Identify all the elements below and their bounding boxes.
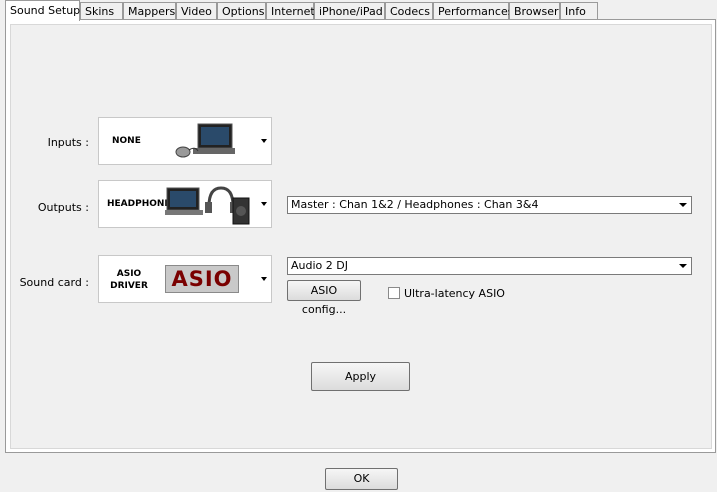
tab-options[interactable]: Options — [217, 2, 266, 19]
sound-device-value: Audio 2 DJ — [291, 259, 348, 272]
inputs-dropdown[interactable]: NONE — [98, 117, 272, 165]
asio-config-button[interactable]: ASIO config... — [287, 280, 361, 316]
asio-logo: ASIO — [165, 265, 239, 293]
inputs-label: Inputs : — [47, 136, 89, 149]
channel-mapping-select[interactable]: Master : Chan 1&2 / Headphones : Chan 3&… — [287, 196, 692, 214]
headphones-icon — [165, 186, 250, 225]
ok-button[interactable]: OK — [325, 468, 398, 490]
tab-internet[interactable]: Internet — [266, 2, 315, 19]
laptop-icon — [175, 123, 235, 158]
chevron-down-icon[interactable] — [676, 198, 690, 212]
ultra-latency-checkbox[interactable] — [388, 287, 400, 299]
inputs-selected-text: NONE — [112, 136, 141, 146]
tab-skins[interactable]: Skins — [80, 2, 123, 19]
sound-card-label: Sound card : — [19, 276, 89, 289]
tab-performances[interactable]: Performances — [433, 2, 513, 19]
ultra-latency-label: Ultra-latency ASIO — [404, 287, 505, 300]
sound-card-dropdown[interactable]: ASIO DRIVER ASIO — [98, 255, 272, 303]
tab-mappers[interactable]: Mappers — [123, 2, 176, 19]
chevron-down-icon — [261, 277, 267, 281]
tab-iphone-ipad[interactable]: iPhone/iPad — [314, 2, 385, 19]
tab-video[interactable]: Video — [176, 2, 217, 19]
chevron-down-icon — [261, 139, 267, 143]
tab-browser[interactable]: Browser — [509, 2, 560, 19]
channel-mapping-value: Master : Chan 1&2 / Headphones : Chan 3&… — [291, 198, 539, 211]
apply-button[interactable]: Apply — [311, 362, 410, 391]
tab-codecs[interactable]: Codecs — [385, 2, 433, 19]
outputs-label: Outputs : — [37, 201, 89, 214]
sound-device-select[interactable]: Audio 2 DJ — [287, 257, 692, 275]
mouse-icon — [175, 146, 191, 158]
tab-sound-setup[interactable]: Sound Setup — [5, 0, 80, 21]
tab-info[interactable]: Info — [560, 2, 598, 19]
chevron-down-icon[interactable] — [676, 259, 690, 273]
chevron-down-icon — [261, 202, 267, 206]
driver-line2: DRIVER — [110, 281, 148, 291]
outputs-dropdown[interactable]: HEADPHONES — [98, 180, 272, 228]
driver-line1: ASIO — [116, 269, 142, 279]
